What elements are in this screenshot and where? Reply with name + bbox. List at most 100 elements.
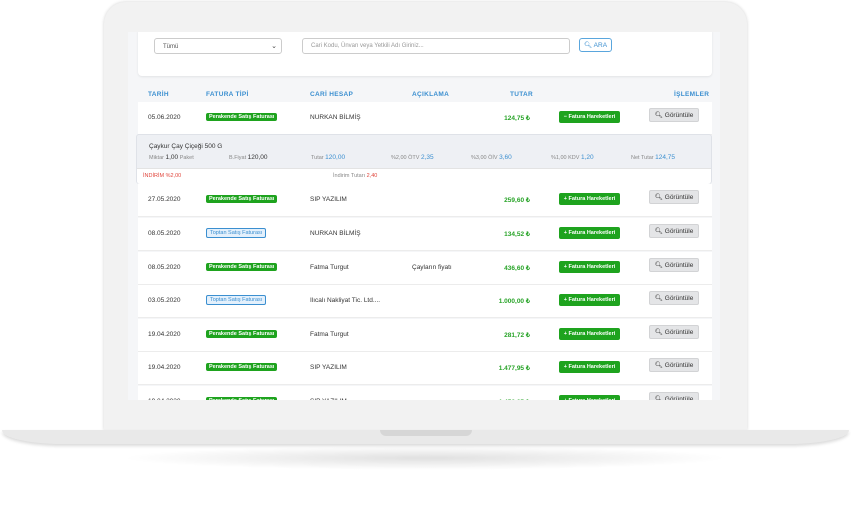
goruntule-button[interactable]: 🔍︎ Görüntüle	[649, 325, 699, 339]
goruntule-button[interactable]: 🔍︎ Görüntüle	[649, 358, 699, 372]
plus-icon: +	[563, 331, 567, 337]
detail-product-name: Çaykur Çay Çiçeği 500 G	[149, 143, 223, 150]
invoice-type-badge: Perakende Satış Faturası	[206, 330, 278, 338]
row-tutar: 134,52 ₺	[504, 231, 530, 238]
goruntule-button[interactable]: 🔍︎ Görüntüle	[649, 190, 699, 204]
laptop-shadow	[120, 446, 730, 470]
plus-icon: +	[563, 264, 567, 270]
fatura-hareketleri-button[interactable]: + Fatura Hareketleri	[559, 261, 620, 273]
table-header: TARİH FATURA TİPİ CARİ HESAP AÇIKLAMA TU…	[138, 88, 712, 102]
row-tutar: 1.477,95 ₺	[498, 365, 530, 372]
goruntule-label: Görüntüle	[664, 295, 694, 302]
table-row: 27.05.2020 Perakende Satış Faturası SIP YA…	[138, 184, 712, 217]
header-tutar: TUTAR	[510, 91, 534, 98]
search-button[interactable]: 🔍︎ ARA	[579, 38, 612, 52]
fatura-hareketleri-button[interactable]: + Fatura Hareketleri	[559, 361, 620, 373]
goruntule-label: Görüntüle	[664, 262, 694, 269]
row-date: 05.06.2020	[148, 114, 181, 121]
invoice-type-badge: Perakende Satış Faturası	[206, 363, 278, 371]
row-tutar: 124,75 ₺	[504, 115, 530, 122]
row-tutar: 259,60 ₺	[504, 197, 530, 204]
plus-icon: +	[564, 398, 567, 400]
detail-bfiyat: B.Fiyat 120,00	[229, 154, 268, 161]
fatura-hareketleri-label: Fatura Hareketleri	[568, 364, 616, 370]
fatura-hareketleri-label: Fatura Hareketleri	[568, 196, 616, 202]
goruntule-button[interactable]: 🔍︎ Görüntüle	[649, 108, 699, 122]
filter-select-value: Tümü	[163, 44, 179, 50]
table-row: 08.05.2020 Perakende Satış Faturası Fatma …	[138, 252, 712, 285]
row-cari-hesap: SIP YAZILIM	[310, 398, 347, 400]
row-date: 08.05.2020	[148, 264, 181, 271]
invoice-detail-panel: Çaykur Çay Çiçeği 500 G Miktar 1,00 Pake…	[136, 134, 712, 184]
plus-icon: +	[563, 364, 567, 370]
row-cari-hesap: Ilıcalı Nakliyat Tic. Ltd....	[310, 297, 381, 304]
table-row: 19.04.2020 Perakende Satış Faturası SIP YA…	[138, 386, 712, 400]
search-icon: 🔍︎	[654, 295, 663, 302]
goruntule-label: Görüntüle	[664, 194, 694, 201]
invoice-type-badge: Perakende Satış Faturası	[206, 195, 278, 203]
row-date: 08.05.2020	[148, 230, 181, 237]
goruntule-button[interactable]: 🔍︎ Görüntüle	[649, 291, 699, 305]
invoice-type-badge: Perakende Satış Faturası	[206, 397, 278, 400]
header-tarih: TARİH	[148, 91, 169, 98]
row-cari-hesap: Fatma Turgut	[310, 331, 349, 338]
table-row: 19.04.2020 Perakende Satış Faturası SIP YA…	[138, 352, 712, 385]
fatura-hareketleri-button[interactable]: + Fatura Hareketleri	[559, 328, 620, 340]
fatura-hareketleri-button[interactable]: + Fatura Hareketleri	[559, 294, 620, 306]
row-date: 19.04.2020	[148, 364, 181, 371]
detail-tutar: Tutar 120,00	[311, 154, 346, 161]
goruntule-label: Görüntüle	[664, 362, 694, 369]
invoice-type-badge: Toptan Satış Faturası	[206, 228, 267, 238]
chevron-down-icon: ⌄	[271, 43, 277, 50]
plus-icon: +	[563, 230, 567, 236]
goruntule-button[interactable]: 🔍︎ Görüntüle	[649, 392, 699, 400]
plus-icon: +	[563, 297, 567, 303]
header-aciklama: AÇIKLAMA	[412, 91, 450, 98]
filter-select[interactable]: Tümü ⌄	[154, 38, 282, 54]
row-tutar: 436,60 ₺	[504, 265, 530, 272]
fatura-hareketleri-button[interactable]: + Fatura Hareketleri	[559, 227, 620, 239]
row-date: 03.05.2020	[148, 297, 181, 304]
row-cari-hesap: Fatma Turgut	[310, 264, 349, 271]
detail-miktar: Miktar 1,00 Paket	[149, 154, 194, 161]
fatura-hareketleri-button[interactable]: + Fatura Hareketleri	[559, 395, 620, 400]
search-icon: 🔍︎	[654, 262, 663, 269]
fatura-hareketleri-button[interactable]: − Fatura Hareketleri	[559, 111, 620, 123]
goruntule-label: Görüntüle	[664, 329, 694, 336]
detail-indirim: İNDİRİM %2,00	[143, 173, 182, 179]
goruntule-label: Görüntüle	[664, 228, 694, 235]
table-row: 19.04.2020 Perakende Satış Faturası Fatma …	[138, 319, 712, 352]
goruntule-button[interactable]: 🔍︎ Görüntüle	[649, 258, 699, 272]
minus-icon: −	[563, 114, 567, 120]
fatura-hareketleri-button[interactable]: + Fatura Hareketleri	[559, 193, 620, 205]
search-icon: 🔍︎	[583, 42, 593, 49]
plus-icon: +	[563, 196, 567, 202]
row-tutar: 1.456,35 ₺	[496, 398, 530, 400]
detail-net-tutar: Net Tutar 124,75	[631, 154, 676, 161]
app-screen: Tümü ⌄ Cari Kodu, Ünvan veya Yetkili Adı…	[128, 32, 720, 400]
search-panel: Tümü ⌄ Cari Kodu, Ünvan veya Yetkili Adı…	[138, 32, 712, 76]
invoice-type-badge: Toptan Satış Faturası	[206, 295, 267, 305]
row-cari-hesap: SIP YAZILIM	[310, 364, 347, 371]
table-row: 03.05.2020 Toptan Satış Faturası Ilıcalı N…	[138, 285, 712, 318]
fatura-hareketleri-label: Fatura Hareketleri	[568, 114, 616, 120]
laptop-notch	[380, 430, 472, 436]
fatura-hareketleri-label: Fatura Hareketleri	[568, 398, 615, 400]
header-cari-hesap: CARİ HESAP	[310, 91, 354, 98]
search-button-label: ARA	[593, 42, 608, 49]
search-input[interactable]: Cari Kodu, Ünvan veya Yetkili Adı Girini…	[302, 38, 570, 54]
detail-discount-row: İNDİRİM %2,00 İndirim Tutarı 2,40	[137, 168, 711, 184]
search-icon: 🔍︎	[654, 396, 663, 400]
row-cari-hesap: NURKAN BİLMİŞ	[310, 230, 361, 237]
detail-indirim-tutar: İndirim Tutarı 2,40	[333, 173, 378, 179]
row-cari-hesap: NURKAN BİLMİŞ	[310, 114, 361, 121]
goruntule-label: Görüntüle	[664, 396, 694, 400]
goruntule-button[interactable]: 🔍︎ Görüntüle	[649, 224, 699, 238]
search-icon: 🔍︎	[654, 329, 663, 336]
row-tutar: 1.000,00 ₺	[498, 298, 530, 305]
header-islemler: İŞLEMLER	[674, 91, 710, 98]
row-date: 19.04.2020	[148, 331, 181, 338]
search-input-placeholder: Cari Kodu, Ünvan veya Yetkili Adı Girini…	[311, 43, 424, 49]
header-fatura-tipi: FATURA TİPİ	[206, 91, 249, 98]
detail-kdv: %1,00 KDV 1,20	[551, 154, 594, 161]
